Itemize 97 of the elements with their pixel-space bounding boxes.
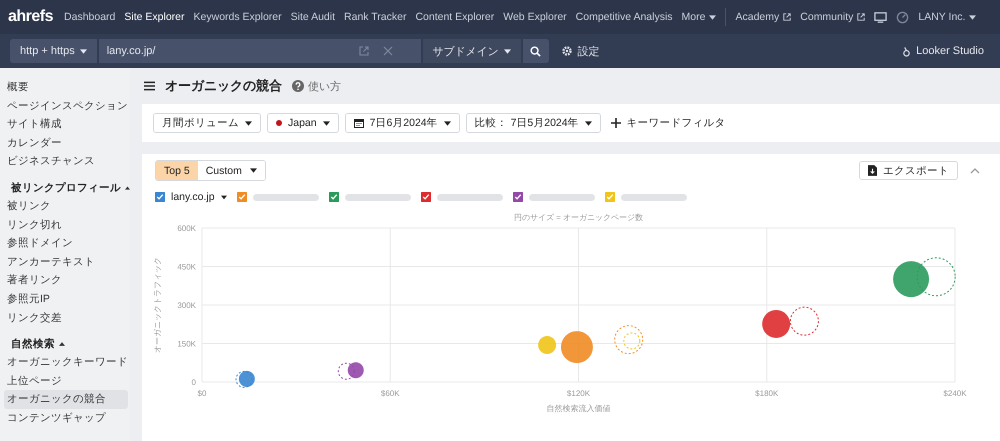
protocol-dropdown[interactable]: http + https (10, 39, 97, 63)
looker-studio-button[interactable]: Looker Studio (896, 39, 990, 63)
redacted-label (620, 194, 687, 200)
nav-link[interactable]: Dashboard (64, 11, 116, 23)
x-tick-label: $0 (198, 389, 206, 398)
nav-link[interactable]: Site Audit (290, 11, 336, 23)
download-file-icon (868, 165, 877, 176)
nav-link[interactable]: Keywords Explorer (194, 11, 282, 23)
nav-link[interactable]: Community (800, 11, 866, 23)
sidebar-item[interactable]: サイト構成 (0, 115, 128, 134)
triangle-icon (59, 342, 65, 346)
export-button[interactable]: エクスポート (859, 161, 958, 180)
y-tick-label: 600K (177, 224, 196, 233)
account-menu[interactable]: LANY Inc. (918, 11, 976, 23)
gear-icon (560, 45, 573, 57)
caret-icon (220, 194, 227, 200)
caret-icon (444, 120, 451, 126)
ahrefs-logo[interactable]: ahrefs (8, 8, 54, 26)
view-tab[interactable]: Top 5 (156, 161, 198, 180)
nav-link[interactable]: Competitive Analysis (576, 11, 673, 23)
legend-checkbox[interactable] (236, 192, 247, 202)
y-tick-label: 300K (177, 301, 196, 310)
y-tick-label: 150K (177, 340, 196, 348)
triangle-icon (125, 186, 130, 190)
external-link-icon (783, 13, 792, 21)
chart-title: 円のサイズ = オーガニックページ数 (514, 213, 644, 222)
sidebar-section-header[interactable]: 被リンクプロフィール (0, 170, 130, 197)
y-axis-label: オーガニックトラフィック (153, 257, 162, 353)
url-field[interactable]: lany.co.jp/ (98, 39, 359, 63)
plus-icon (610, 118, 621, 128)
redacted-label (252, 194, 319, 200)
help-link[interactable]: 使い方 (292, 78, 341, 94)
nav-link[interactable]: Site Explorer (124, 11, 185, 23)
sidebar-item[interactable]: ページインスペクション (0, 96, 128, 116)
nav-link[interactable]: Academy (735, 11, 792, 23)
menu-icon[interactable] (144, 81, 155, 91)
x-tick-label: $240K (943, 389, 967, 398)
caret-icon (969, 14, 976, 20)
sidebar-item[interactable]: オーガニックキーワード (0, 353, 128, 372)
settings-button[interactable]: 設定 (554, 39, 606, 63)
redacted-label (436, 194, 503, 200)
gauge-icon[interactable] (896, 10, 910, 24)
x-tick-label: $180K (755, 389, 778, 398)
x-tick-label: $120K (566, 389, 590, 398)
caret-icon (80, 48, 87, 54)
x-tick-label: $60K (380, 389, 400, 398)
calendar-icon (354, 118, 364, 128)
mode-dropdown[interactable]: サブドメイン (422, 39, 521, 63)
sidebar-section-header[interactable]: 自然検索 (0, 327, 130, 354)
legend-checkbox[interactable] (604, 192, 615, 202)
close-icon[interactable] (382, 46, 393, 56)
x-axis-label: 自然検索流入価値 (546, 404, 610, 413)
filter-dropdown[interactable]: Japan (267, 113, 339, 133)
looker-icon (902, 46, 912, 56)
redacted-label (528, 194, 595, 200)
search-icon (530, 46, 542, 56)
monitor-icon[interactable] (874, 10, 888, 24)
nav-link[interactable]: Content Explorer (415, 11, 494, 23)
sidebar-item[interactable]: アンカーテキスト (0, 252, 128, 272)
caret-icon (709, 14, 716, 20)
page-title: オーガニックの競合 (165, 77, 282, 95)
sidebar-item[interactable]: カレンダー (0, 134, 128, 152)
legend-checkbox[interactable] (328, 192, 339, 202)
sidebar-item[interactable]: コンテンツギャップ (0, 408, 128, 428)
search-button[interactable] (522, 39, 549, 63)
nav-link[interactable]: Rank Tracker (344, 11, 406, 23)
sidebar-item[interactable]: 参照元IP (0, 290, 128, 309)
y-tick-label: 0 (192, 378, 196, 387)
redacted-label (344, 194, 411, 200)
caret-icon (584, 120, 592, 126)
caret-icon (322, 120, 330, 126)
caret-icon (245, 120, 252, 126)
sidebar-item[interactable]: 概要 (0, 78, 128, 97)
legend-checkbox[interactable] (155, 192, 165, 202)
sidebar-item[interactable]: 参照ドメイン (0, 234, 128, 253)
help-icon (292, 80, 304, 92)
legend-checkbox[interactable] (512, 192, 523, 202)
external-link-icon (857, 13, 866, 21)
sidebar-item[interactable]: 上位ページ (0, 372, 128, 390)
legend-label[interactable]: lany.co.jp (171, 191, 215, 203)
external-link-icon[interactable] (358, 46, 369, 56)
caret-icon (504, 48, 511, 54)
filter-dropdown[interactable]: 7日6月2024年 (344, 113, 460, 133)
filter-dropdown[interactable]: 比較： 7日5月2024年 (466, 113, 601, 133)
sidebar-item[interactable]: リンク交差 (0, 308, 128, 328)
sidebar-item[interactable]: ビジネスチャンス (0, 152, 128, 171)
y-tick-label: 450K (177, 262, 196, 272)
nav-link[interactable]: More (682, 11, 716, 23)
sidebar-item[interactable]: 被リンク (0, 196, 128, 216)
legend-checkbox[interactable] (420, 192, 431, 202)
sidebar-item[interactable]: オーガニックの競合 (4, 390, 128, 409)
filter-dropdown[interactable]: 月間ボリューム (153, 113, 261, 133)
nav-link[interactable]: Web Explorer (503, 11, 567, 23)
sidebar-item[interactable]: リンク切れ (0, 216, 128, 234)
collapse-icon[interactable] (970, 168, 980, 174)
caret-icon (250, 168, 257, 173)
sidebar-item[interactable]: 著者リンク (0, 271, 128, 290)
